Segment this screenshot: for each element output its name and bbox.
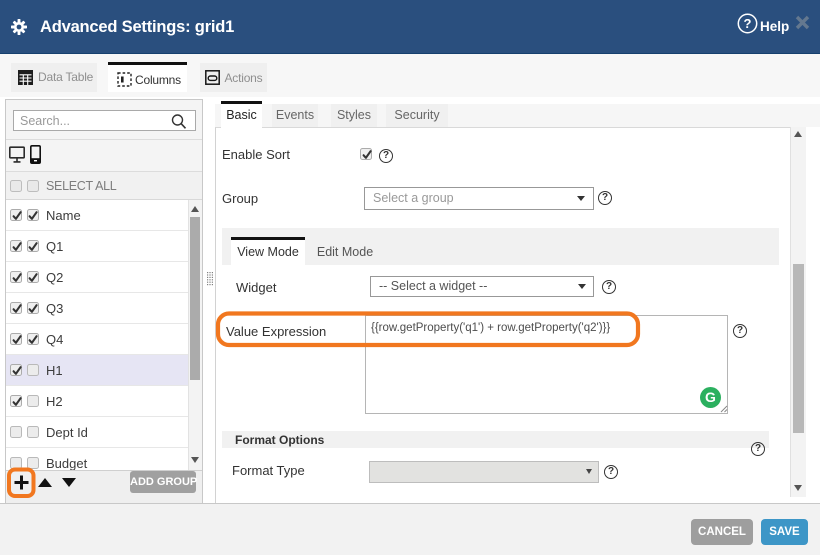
svg-text:?: ? <box>744 16 752 31</box>
